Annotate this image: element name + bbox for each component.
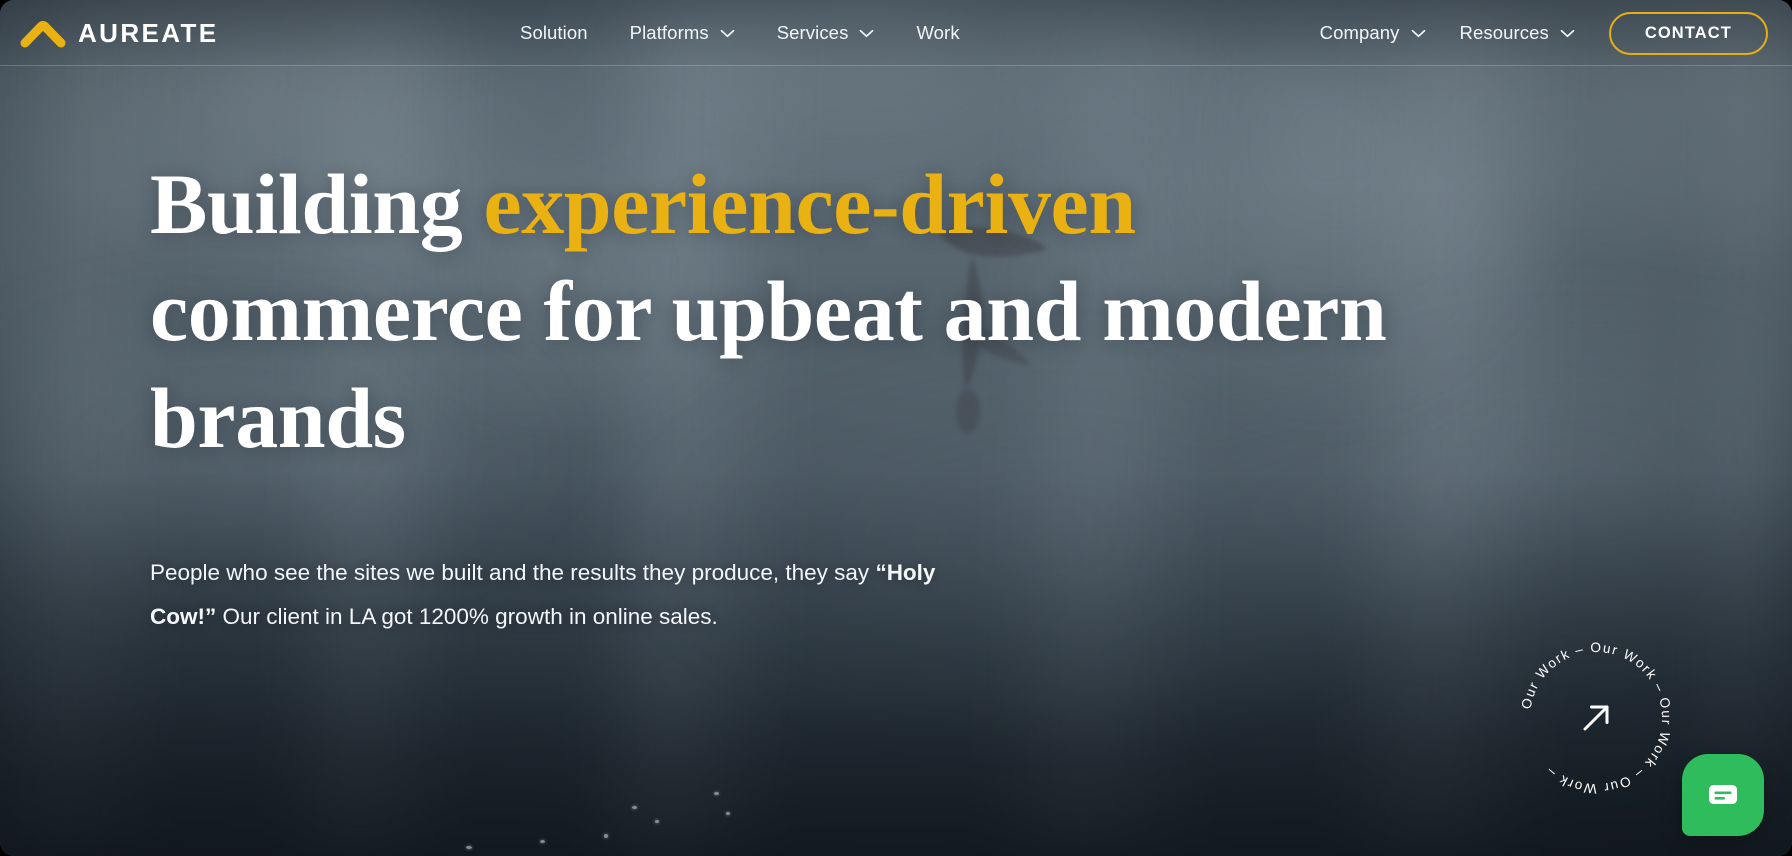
brand-logo[interactable]: AUREATE: [20, 0, 219, 66]
hero-subcopy: People who see the sites we built and th…: [150, 551, 940, 639]
nav-item-resources[interactable]: Resources: [1460, 22, 1575, 44]
headline-line1-plain: Building: [150, 156, 484, 252]
subcopy-part2: Our client in LA got 1200% growth in onl…: [216, 604, 718, 629]
nav-item-company[interactable]: Company: [1320, 22, 1426, 44]
chat-bubble-icon: [1709, 785, 1737, 804]
chevron-down-icon: [1560, 29, 1575, 37]
nav-item-platforms[interactable]: Platforms: [630, 22, 735, 44]
nav-label-work: Work: [916, 22, 960, 43]
subcopy-part1: People who see the sites we built and th…: [150, 560, 876, 585]
page-title: Building experience-driven commerce for …: [150, 151, 1440, 472]
nav-item-work[interactable]: Work: [916, 22, 959, 44]
primary-nav: Solution Platforms Services Work: [520, 0, 960, 66]
our-work-badge[interactable]: Our Work – Our Work – Our Work – Our Wor…: [1512, 634, 1680, 802]
headline-line3: brands: [150, 370, 406, 466]
nav-label-solution: Solution: [520, 22, 588, 43]
nav-label-resources: Resources: [1459, 22, 1549, 43]
hero-section: Building experience-driven commerce for …: [0, 66, 1792, 856]
site-header: AUREATE Solution Platforms Services Work: [0, 0, 1792, 66]
headline-line1-accent: experience-driven: [483, 156, 1136, 252]
contact-button[interactable]: CONTACT: [1608, 11, 1768, 55]
chevron-up-logo-icon: [20, 21, 66, 48]
nav-label-company: Company: [1319, 22, 1400, 43]
nav-label-platforms: Platforms: [629, 22, 709, 43]
arrow-up-right-icon: [1583, 705, 1609, 731]
chat-widget-button[interactable]: [1682, 754, 1764, 836]
headline-line2: commerce for upbeat and modern: [150, 263, 1387, 359]
secondary-nav: Company Resources CONTACT: [1320, 0, 1768, 66]
nav-item-services[interactable]: Services: [777, 22, 875, 44]
nav-item-solution[interactable]: Solution: [520, 22, 588, 44]
page-root: AUREATE Solution Platforms Services Work: [0, 0, 1792, 856]
chevron-down-icon: [720, 29, 735, 37]
nav-label-services: Services: [776, 22, 849, 43]
chevron-down-icon: [1411, 29, 1425, 37]
brand-name: AUREATE: [78, 17, 219, 48]
chevron-down-icon: [860, 29, 874, 37]
